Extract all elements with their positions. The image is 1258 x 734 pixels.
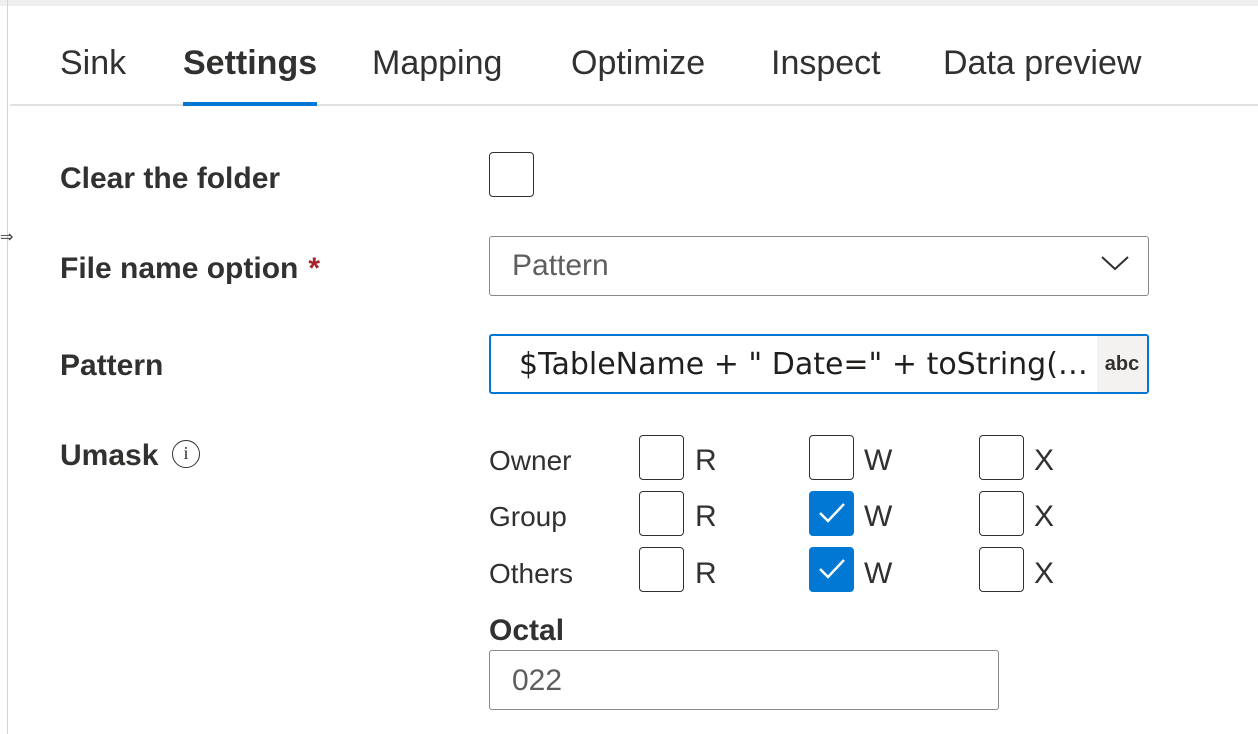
info-icon[interactable]: i [172, 440, 200, 468]
pattern-value: $TableName + " Date=" + toString($... [519, 347, 1089, 382]
perm-letter-w: W [864, 444, 893, 477]
tab-optimize[interactable]: Optimize [571, 40, 705, 106]
required-marker: * [308, 252, 321, 285]
perm-letter-r: R [695, 500, 717, 533]
perm-letter-w: W [864, 557, 893, 590]
file-name-option-text: File name option [60, 252, 299, 285]
perm-letter-r: R [695, 557, 717, 590]
others-r-checkbox[interactable] [639, 547, 684, 592]
octal-input[interactable]: 022 [489, 650, 999, 710]
group-x-checkbox[interactable] [979, 491, 1024, 536]
pattern-input[interactable]: $TableName + " Date=" + toString($... ab… [489, 334, 1149, 394]
perm-letter-x: X [1034, 444, 1055, 477]
others-x-checkbox[interactable] [979, 547, 1024, 592]
owner-w-checkbox[interactable] [809, 435, 854, 480]
umask-label: Umask [60, 439, 159, 472]
umask-row-others: Others [489, 558, 574, 589]
tab-sink[interactable]: Sink [60, 40, 126, 106]
checkmark-icon [819, 503, 845, 523]
others-w-checkbox[interactable] [809, 547, 854, 592]
perm-letter-w: W [864, 500, 893, 533]
chevron-down-icon [1101, 256, 1129, 271]
owner-x-checkbox[interactable] [979, 435, 1024, 480]
perm-letter-x: X [1034, 557, 1055, 590]
octal-value: 022 [512, 664, 563, 697]
resize-arrow-icon[interactable]: ⇒ [0, 230, 13, 246]
file-name-option-dropdown[interactable]: Pattern [489, 236, 1149, 296]
tab-data-preview[interactable]: Data preview [943, 40, 1141, 106]
perm-letter-r: R [695, 444, 717, 477]
file-name-option-label: File name option * [60, 249, 320, 289]
umask-row-group: Group [489, 501, 567, 532]
octal-label: Octal [489, 614, 565, 647]
tab-inspect[interactable]: Inspect [771, 40, 881, 106]
left-divider [7, 0, 8, 734]
group-r-checkbox[interactable] [639, 491, 684, 536]
string-type-badge: abc [1097, 336, 1147, 392]
tab-settings[interactable]: Settings [183, 40, 318, 106]
group-w-checkbox[interactable] [809, 491, 854, 536]
tab-mapping[interactable]: Mapping [372, 40, 502, 106]
clear-folder-label: Clear the folder [60, 162, 281, 195]
checkmark-icon [819, 559, 845, 579]
pattern-label: Pattern [60, 349, 164, 382]
umask-row-owner: Owner [489, 445, 572, 476]
tab-bar: Sink Settings Mapping Optimize Inspect D… [10, 0, 1258, 106]
file-name-option-value: Pattern [512, 249, 609, 282]
clear-folder-checkbox[interactable] [489, 152, 534, 197]
perm-letter-x: X [1034, 500, 1055, 533]
owner-r-checkbox[interactable] [639, 435, 684, 480]
